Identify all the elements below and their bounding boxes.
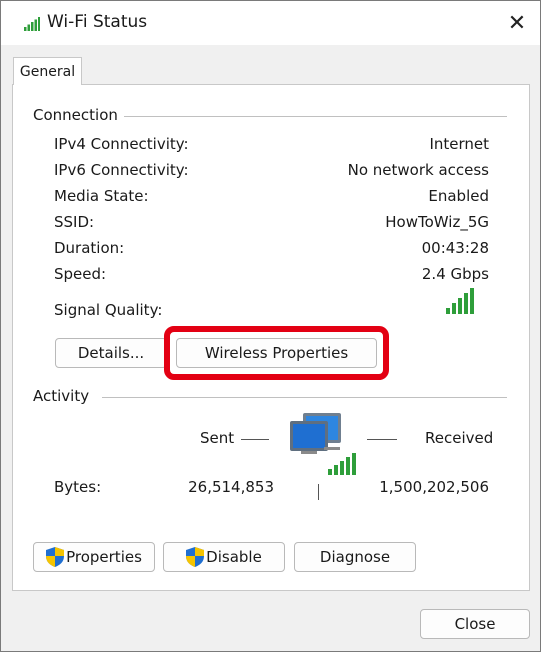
close-icon: ✕ bbox=[507, 10, 527, 36]
window-title: Wi-Fi Status bbox=[47, 12, 148, 32]
signal-bars-icon bbox=[446, 288, 474, 314]
shield-icon bbox=[186, 547, 205, 567]
ipv6-value: No network access bbox=[347, 161, 489, 179]
sent-label: Sent bbox=[200, 429, 235, 447]
wireless-properties-highlight bbox=[164, 326, 389, 380]
bytes-sent-value: 26,514,853 bbox=[188, 478, 274, 496]
duration-label: Duration: bbox=[54, 239, 125, 257]
activity-divider-tick bbox=[318, 484, 319, 500]
connection-divider bbox=[124, 116, 507, 117]
activity-divider bbox=[102, 397, 507, 398]
disable-button[interactable]: Disable bbox=[163, 542, 285, 572]
ssid-value: HowToWiz_5G bbox=[385, 213, 489, 231]
bytes-label: Bytes: bbox=[54, 478, 102, 496]
shield-icon bbox=[46, 547, 65, 567]
received-label: Received bbox=[425, 429, 494, 447]
speed-value: 2.4 Gbps bbox=[421, 265, 489, 283]
sent-line bbox=[241, 439, 269, 440]
ipv4-value: Internet bbox=[429, 135, 489, 153]
diagnose-button[interactable]: Diagnose bbox=[294, 542, 416, 572]
wifi-status-window: Wi-Fi Status ✕ General Connection IPv4 C… bbox=[0, 0, 541, 652]
tab-general[interactable]: General bbox=[13, 57, 82, 85]
ssid-label: SSID: bbox=[54, 213, 95, 231]
details-button[interactable]: Details... bbox=[55, 338, 167, 368]
signal-quality-label: Signal Quality: bbox=[54, 301, 163, 319]
wifi-signal-icon bbox=[24, 17, 40, 31]
duration-value: 00:43:28 bbox=[421, 239, 489, 257]
general-panel: Connection IPv4 Connectivity: Internet I… bbox=[12, 84, 530, 591]
disable-label: Disable bbox=[206, 548, 262, 566]
connection-section-title: Connection bbox=[33, 106, 118, 124]
media-state-label: Media State: bbox=[54, 187, 149, 205]
close-button[interactable]: Close bbox=[420, 609, 530, 639]
received-line bbox=[367, 439, 397, 440]
properties-label: Properties bbox=[66, 548, 142, 566]
ipv6-label: IPv6 Connectivity: bbox=[54, 161, 189, 179]
close-window-button[interactable]: ✕ bbox=[494, 1, 540, 45]
bytes-received-value: 1,500,202,506 bbox=[379, 478, 489, 496]
media-state-value: Enabled bbox=[428, 187, 489, 205]
speed-label: Speed: bbox=[54, 265, 107, 283]
title-bar: Wi-Fi Status ✕ bbox=[1, 1, 540, 45]
properties-button[interactable]: Properties bbox=[33, 542, 155, 572]
activity-section-title: Activity bbox=[33, 387, 90, 405]
network-computers-icon bbox=[290, 413, 356, 475]
ipv4-label: IPv4 Connectivity: bbox=[54, 135, 189, 153]
